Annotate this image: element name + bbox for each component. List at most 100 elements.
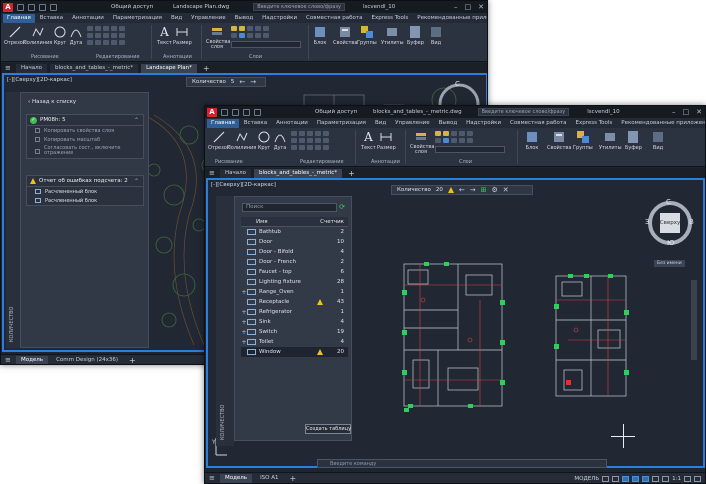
dimension-tool[interactable]: Размер — [377, 130, 396, 151]
maximize-icon[interactable]: □ — [465, 3, 472, 11]
ribbon-tab-express-tools[interactable]: Express Tools — [367, 14, 412, 23]
table-row[interactable]: + Range_Oven 1 — [241, 287, 348, 297]
ribbon-tab-manage[interactable]: Управление — [391, 119, 434, 128]
layer-properties-tool[interactable]: Свойства слоя — [410, 130, 434, 155]
layer-dropdown[interactable] — [435, 146, 505, 153]
west-label[interactable]: З — [645, 218, 650, 226]
open-file-icon[interactable] — [221, 108, 228, 116]
panel-label-modify[interactable]: Редактирование — [96, 54, 140, 60]
arc-tool[interactable]: Дуга — [69, 25, 83, 46]
panel-label-annotation[interactable]: Аннотации — [371, 159, 400, 165]
autocad-logo-icon[interactable]: A — [207, 107, 217, 117]
table-row[interactable]: Window 20 — [241, 347, 348, 357]
text-tool[interactable]: A Текст — [157, 25, 172, 46]
ribbon-tab-annotate[interactable]: Аннотации — [272, 119, 312, 128]
table-row[interactable]: Receptacle 43 — [241, 297, 348, 307]
user-account-button[interactable]: lscvendl_10 — [587, 109, 619, 115]
new-layout-plus-icon[interactable]: + — [126, 356, 139, 365]
new-layout-plus-icon[interactable]: + — [287, 474, 300, 483]
doc-tab-blocks-and-tables[interactable]: blocks_and_tables_-_metric* — [254, 168, 343, 178]
properties-tool[interactable]: Свойства — [547, 130, 571, 151]
table-row[interactable]: Lighting fixture 28 — [241, 277, 348, 287]
layout-tab-model[interactable]: Модель — [16, 355, 49, 364]
autocad-logo-icon[interactable]: A — [3, 2, 13, 12]
open-file-icon[interactable] — [17, 3, 24, 11]
table-row[interactable]: Door 10 — [241, 237, 348, 247]
ribbon-tab-parametric[interactable]: Параметризация — [313, 119, 370, 128]
table-row[interactable]: + Toilet 4 — [241, 337, 348, 347]
close-icon[interactable]: ✕ — [478, 3, 484, 11]
table-row[interactable]: + Switch 19 — [241, 327, 348, 337]
share-button[interactable]: Общий доступ — [315, 109, 357, 115]
ortho-toggle-icon[interactable] — [622, 475, 630, 482]
view-tool[interactable]: Вид — [651, 130, 665, 151]
search-input[interactable]: Введите ключевое слово/фразу — [253, 3, 345, 11]
snap-toggle-icon[interactable] — [612, 475, 620, 482]
palette-search-input[interactable]: Поиск — [242, 203, 337, 212]
chevron-up-icon[interactable]: ⌃ — [134, 178, 139, 185]
command-line-input[interactable]: Введите команду — [317, 459, 607, 468]
redo-icon[interactable] — [254, 108, 261, 116]
ribbon-tab-express-tools[interactable]: Express Tools — [571, 119, 616, 128]
modify-tools-grid[interactable] — [87, 26, 126, 46]
hamburger-icon[interactable]: ≡ — [209, 474, 217, 482]
doc-tab-landscape-plan[interactable]: Landscape Plan* — [141, 63, 197, 73]
maximize-icon[interactable]: □ — [683, 108, 690, 116]
undo-icon[interactable] — [39, 3, 46, 11]
clipboard-tool[interactable]: Буфер — [407, 25, 424, 46]
osnap-toggle-icon[interactable] — [642, 475, 650, 482]
hamburger-icon[interactable]: ≡ — [209, 169, 217, 177]
clipboard-tool[interactable]: Буфер — [625, 130, 642, 151]
doc-tab-start[interactable]: Начало — [220, 168, 252, 178]
column-header-count[interactable]: Счетчик — [318, 219, 348, 225]
user-account-button[interactable]: lscvendl_10 — [363, 4, 395, 10]
table-row[interactable]: + Refrigerator 1 — [241, 307, 348, 317]
palette-side-strip[interactable]: КОЛИЧЕСТВО — [216, 196, 234, 446]
ribbon-tab-insert[interactable]: Вставка — [240, 119, 271, 128]
utilities-tool[interactable]: Утилиты — [599, 130, 622, 151]
annotation-scale[interactable]: 1:1 — [672, 476, 681, 482]
workspace-gear-icon[interactable] — [684, 475, 691, 482]
navigation-bar-handle[interactable] — [691, 280, 697, 360]
chevron-up-icon[interactable]: ⌃ — [134, 117, 139, 124]
wcs-menu[interactable]: Без имени — [654, 260, 685, 267]
text-tool[interactable]: A Текст — [361, 130, 376, 151]
share-button[interactable]: Общий доступ — [111, 4, 153, 10]
ribbon-tab-annotate[interactable]: Аннотации — [68, 14, 108, 23]
groups-tool[interactable]: Группы — [357, 25, 377, 46]
save-icon[interactable] — [232, 108, 239, 116]
close-icon[interactable]: ✕ — [696, 108, 702, 116]
hamburger-icon[interactable]: ≡ — [5, 64, 13, 72]
block-tool[interactable]: Блок — [525, 130, 539, 151]
polyline-tool[interactable]: Полилиния — [227, 130, 256, 151]
utilities-tool[interactable]: Утилиты — [381, 25, 404, 46]
arrow-left-icon[interactable]: ← — [459, 186, 465, 194]
east-label[interactable]: В — [689, 218, 694, 226]
ribbon-tab-view[interactable]: Вид — [167, 14, 186, 23]
refresh-icon[interactable]: ⟳ — [337, 203, 347, 212]
warning-icon[interactable] — [317, 349, 323, 355]
doc-tab-start[interactable]: Начало — [16, 63, 48, 73]
error-section-header[interactable]: Отчет об ошибках подсчета: 2 ⌃ — [27, 176, 143, 187]
ribbon-tab-featured-apps[interactable]: Рекомендованные приложения — [413, 14, 487, 23]
ribbon-tab-addins[interactable]: Надстройки — [258, 14, 301, 23]
ribbon-tab-manage[interactable]: Управление — [187, 14, 230, 23]
back-to-list-link[interactable]: ‹ Назад к списку — [28, 99, 76, 105]
insert-field-icon[interactable]: ⊞ — [481, 186, 487, 194]
list-item[interactable]: Копировать масштаб — [27, 135, 143, 144]
layout-tab-iso-a1[interactable]: ISO A1 — [255, 474, 283, 483]
ribbon-tab-view[interactable]: Вид — [371, 119, 390, 128]
panel-label-annotation[interactable]: Аннотации — [163, 54, 192, 60]
minimize-icon[interactable]: – — [454, 3, 458, 11]
polar-toggle-icon[interactable] — [632, 475, 640, 482]
ribbon-tab-collaborate[interactable]: Совместная работа — [302, 14, 366, 23]
settings-icon[interactable]: ⚙ — [491, 186, 497, 194]
layout-tab-model[interactable]: Модель — [220, 473, 253, 483]
ribbon-tab-output[interactable]: Вывод — [231, 14, 258, 23]
layer-properties-tool[interactable]: Свойства слоя — [206, 25, 230, 50]
view-tool[interactable]: Вид — [429, 25, 443, 46]
ribbon-tab-parametric[interactable]: Параметризация — [109, 14, 166, 23]
top-face[interactable]: Сверху — [660, 213, 680, 233]
panel-label-draw[interactable]: Рисование — [215, 159, 243, 165]
column-header-name[interactable]: Имя — [241, 219, 318, 225]
